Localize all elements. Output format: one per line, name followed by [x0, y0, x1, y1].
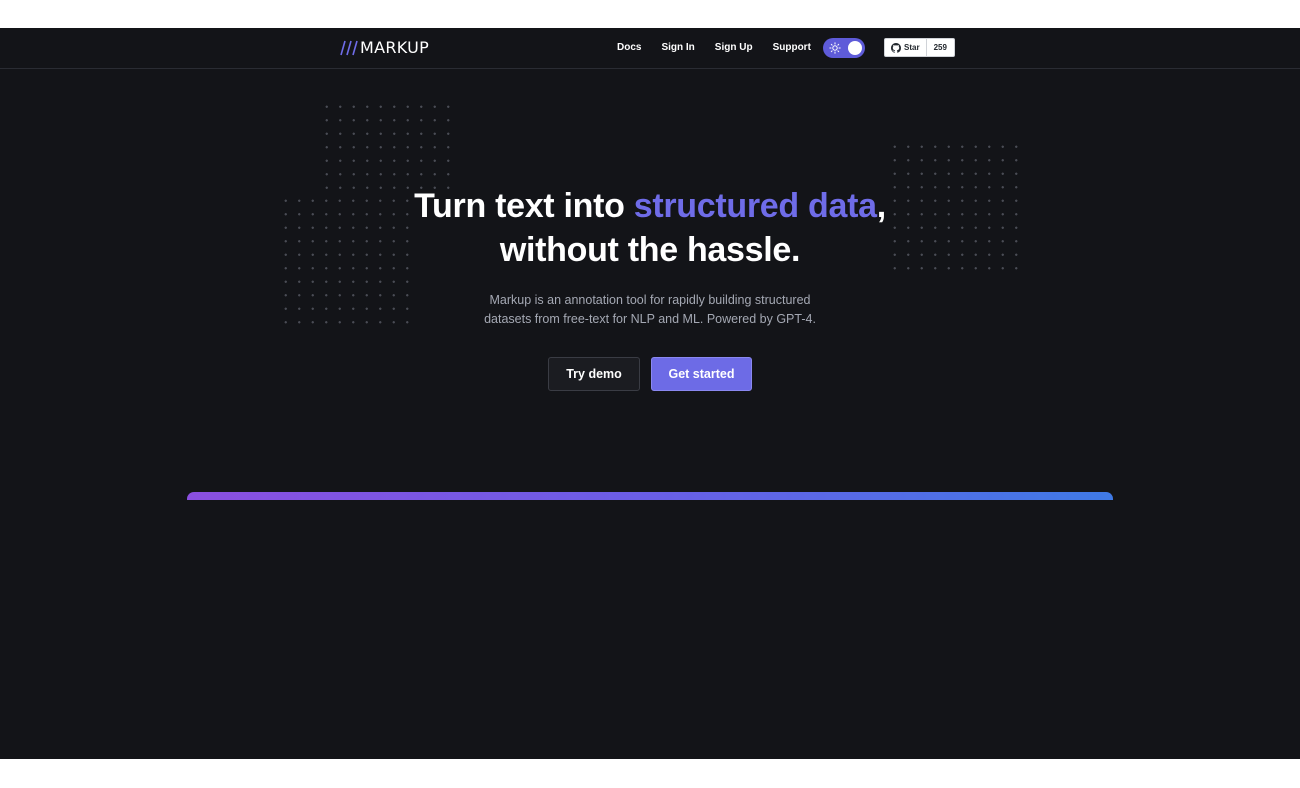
- app-frame: MARKUP Docs Sign In Sign Up Support Star…: [0, 28, 1300, 759]
- hero-subtitle-line1: Markup is an annotation tool for rapidly…: [489, 293, 811, 307]
- try-demo-button[interactable]: Try demo: [548, 357, 640, 391]
- github-icon: [891, 42, 901, 53]
- nav-link-sign-in[interactable]: Sign In: [661, 42, 694, 54]
- logo-slashes-icon: [340, 40, 358, 56]
- github-star-section[interactable]: Star: [885, 39, 927, 56]
- hero-title-line2: without the hassle.: [499, 231, 801, 269]
- logo-text: MARKUP: [360, 38, 430, 57]
- nav-link-support[interactable]: Support: [773, 42, 811, 54]
- nav-link-docs[interactable]: Docs: [617, 42, 641, 54]
- hero-title-part2: ,: [876, 187, 886, 225]
- hero-subtitle-line2: datasets from free-text for NLP and ML. …: [484, 312, 816, 326]
- hero-title: Turn text into structured data, without t…: [300, 184, 1000, 272]
- toggle-knob: [848, 41, 862, 55]
- github-star-count[interactable]: 259: [927, 39, 954, 56]
- top-navbar: MARKUP Docs Sign In Sign Up Support Star…: [0, 28, 1300, 69]
- preview-gradient-bar: [187, 492, 1113, 500]
- sun-icon: [829, 42, 841, 54]
- github-star-button[interactable]: Star 259: [884, 38, 955, 57]
- hero-title-accent: structured data: [633, 187, 877, 225]
- decorative-dot-grid: [320, 100, 452, 192]
- theme-toggle[interactable]: [823, 38, 865, 58]
- logo-link[interactable]: MARKUP: [336, 39, 429, 57]
- get-started-button[interactable]: Get started: [651, 357, 752, 391]
- nav-link-sign-up[interactable]: Sign Up: [715, 42, 753, 54]
- hero-subtitle: Markup is an annotation tool for rapidly…: [450, 291, 850, 329]
- hero-title-part1: Turn text into: [414, 187, 634, 225]
- github-star-label: Star: [904, 43, 920, 52]
- nav-links: Docs Sign In Sign Up Support: [617, 42, 831, 54]
